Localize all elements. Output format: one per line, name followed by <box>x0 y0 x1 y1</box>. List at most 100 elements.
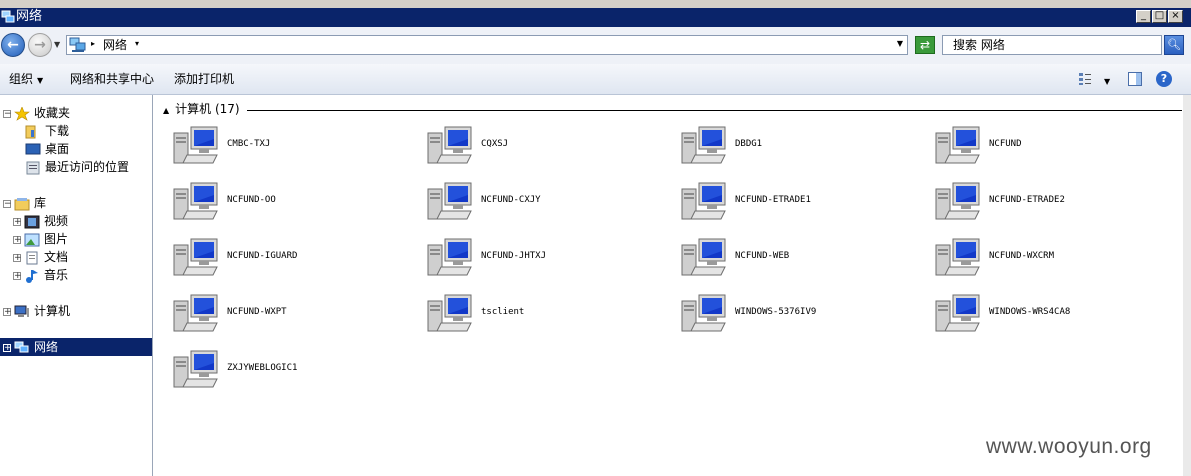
nav-network[interactable]: + 网络 <box>3 339 58 356</box>
computer-name: NCFUND-WEB <box>735 251 790 261</box>
nav-pictures-label: 图片 <box>44 232 69 246</box>
address-history-dropdown-icon[interactable]: ▼ <box>897 39 903 48</box>
computer-icon <box>14 305 29 317</box>
computer-item[interactable]: DBDG1 <box>663 123 917 169</box>
computer-icon <box>935 237 981 279</box>
computer-item[interactable]: NCFUND-IGUARD <box>155 235 409 281</box>
nav-music[interactable]: + 音乐 <box>13 267 68 284</box>
title-bar[interactable]: 网络 _ □ × <box>0 8 1191 27</box>
chevron-down-icon[interactable]: ▾ <box>135 39 139 48</box>
computer-icon <box>173 181 219 223</box>
computer-icon <box>427 237 473 279</box>
nav-libraries[interactable]: − 库 <box>3 195 46 212</box>
breadcrumb-network[interactable]: 网络 <box>103 37 127 53</box>
nav-recent[interactable]: 最近访问的位置 <box>25 159 129 176</box>
nav-computer[interactable]: + 计算机 <box>3 303 70 320</box>
nav-favorites-label: 收藏夹 <box>34 106 71 120</box>
computer-name: ZXJYWEBLOGIC1 <box>227 363 298 373</box>
computer-name: NCFUND-WXPT <box>227 307 287 317</box>
computer-item[interactable]: CMBC-TXJ <box>155 123 409 169</box>
computer-item[interactable]: WINDOWS-5376IV9 <box>663 291 917 337</box>
view-options-icon[interactable] <box>1078 72 1092 86</box>
computer-item[interactable]: tsclient <box>409 291 663 337</box>
window-title: 网络 <box>16 9 43 24</box>
command-bar: 组织 ▼ 网络和共享中心 添加打印机 ▼ ? <box>0 64 1191 95</box>
nav-downloads[interactable]: 下载 <box>25 123 69 140</box>
computer-item[interactable]: CQXSJ <box>409 123 663 169</box>
computer-name: CMBC-TXJ <box>227 139 271 149</box>
computer-item[interactable]: NCFUND-WXPT <box>155 291 409 337</box>
computer-item[interactable]: WINDOWS-WRS4CA8 <box>917 291 1171 337</box>
maximize-button[interactable]: □ <box>1152 10 1167 23</box>
nav-recent-label: 最近访问的位置 <box>45 160 130 174</box>
downloads-folder-icon <box>25 125 36 138</box>
nav-libraries-label: 库 <box>34 196 47 210</box>
expand-toggle[interactable]: + <box>13 235 22 244</box>
computer-name: NCFUND-IGUARD <box>227 251 298 261</box>
network-icon <box>14 341 29 352</box>
nav-music-label: 音乐 <box>44 268 69 282</box>
close-button[interactable]: × <box>1168 10 1183 23</box>
breadcrumb[interactable]: ▸ 网络 ▾ ▼ <box>66 35 908 55</box>
nav-documents[interactable]: + 文档 <box>13 249 68 266</box>
nav-downloads-label: 下载 <box>45 124 70 138</box>
computer-item[interactable]: NCFUND <box>917 123 1171 169</box>
nav-videos[interactable]: + 视频 <box>13 213 68 230</box>
collapse-group-icon[interactable]: ▲ <box>163 106 169 115</box>
computer-item[interactable]: NCFUND-WEB <box>663 235 917 281</box>
content-pane: ▲ 计算机 (17) CMBC-TXJ CQXSJ DBDG1 NCFUND NCFUND… <box>153 95 1191 476</box>
computer-icon <box>935 125 981 167</box>
nav-documents-label: 文档 <box>44 250 69 264</box>
view-dropdown-icon[interactable]: ▼ <box>1104 74 1110 90</box>
computer-icon <box>173 125 219 167</box>
minimize-button[interactable]: _ <box>1136 10 1151 23</box>
computer-item[interactable]: NCFUND-OO <box>155 179 409 225</box>
expand-toggle[interactable]: + <box>13 253 22 262</box>
computer-name: NCFUND-ETRADE1 <box>735 195 811 205</box>
expand-toggle[interactable]: + <box>13 217 22 226</box>
group-header[interactable]: ▲ 计算机 (17) <box>163 101 240 119</box>
scrollbar[interactable] <box>1183 95 1191 476</box>
nav-favorites[interactable]: − 收藏夹 <box>3 105 70 122</box>
organize-button[interactable]: 组织 ▼ <box>9 71 43 89</box>
computer-icon <box>681 237 727 279</box>
computer-icon <box>427 125 473 167</box>
computer-item[interactable]: NCFUND-ETRADE2 <box>917 179 1171 225</box>
library-icon <box>14 197 30 210</box>
collapse-toggle[interactable]: − <box>3 199 12 208</box>
back-button[interactable]: ← <box>1 33 25 57</box>
computer-item[interactable]: NCFUND-ETRADE1 <box>663 179 917 225</box>
video-icon <box>24 215 40 228</box>
computer-name: WINDOWS-WRS4CA8 <box>989 307 1071 317</box>
search-input[interactable]: 搜索 网络 <box>942 35 1162 55</box>
chevron-right-icon[interactable]: ▸ <box>91 39 95 48</box>
computer-icon <box>935 181 981 223</box>
computer-item[interactable]: NCFUND-WXCRM <box>917 235 1171 281</box>
computer-item[interactable]: NCFUND-JHTXJ <box>409 235 663 281</box>
recent-pages-dropdown-icon[interactable]: ▼ <box>54 40 60 49</box>
organize-label: 组织 <box>9 72 34 86</box>
window-frame: 网络 _ □ × <box>0 0 1191 27</box>
refresh-button[interactable]: ⇄ <box>915 36 935 54</box>
nav-pictures[interactable]: + 图片 <box>13 231 68 248</box>
search-icon[interactable]: 🔍︎ <box>1164 35 1184 55</box>
preview-pane-icon[interactable] <box>1128 72 1142 86</box>
network-center-button[interactable]: 网络和共享中心 <box>70 71 154 87</box>
collapse-toggle[interactable]: − <box>3 109 12 118</box>
forward-button[interactable]: → <box>28 33 52 57</box>
computer-name: NCFUND-OO <box>227 195 276 205</box>
computer-name: CQXSJ <box>481 139 509 149</box>
nav-desktop[interactable]: 桌面 <box>25 141 69 158</box>
expand-toggle[interactable]: + <box>3 307 12 316</box>
computer-item[interactable]: NCFUND-CXJY <box>409 179 663 225</box>
computer-name: NCFUND-WXCRM <box>989 251 1055 261</box>
add-printer-button[interactable]: 添加打印机 <box>174 71 234 87</box>
expand-toggle[interactable]: + <box>13 271 22 280</box>
computer-icon <box>427 181 473 223</box>
expand-toggle[interactable]: + <box>3 343 12 352</box>
computer-item[interactable]: ZXJYWEBLOGIC1 <box>155 347 409 393</box>
desktop-icon <box>25 143 41 154</box>
computer-name: NCFUND-JHTXJ <box>481 251 547 261</box>
help-icon[interactable]: ? <box>1156 71 1172 87</box>
documents-icon <box>26 251 38 264</box>
